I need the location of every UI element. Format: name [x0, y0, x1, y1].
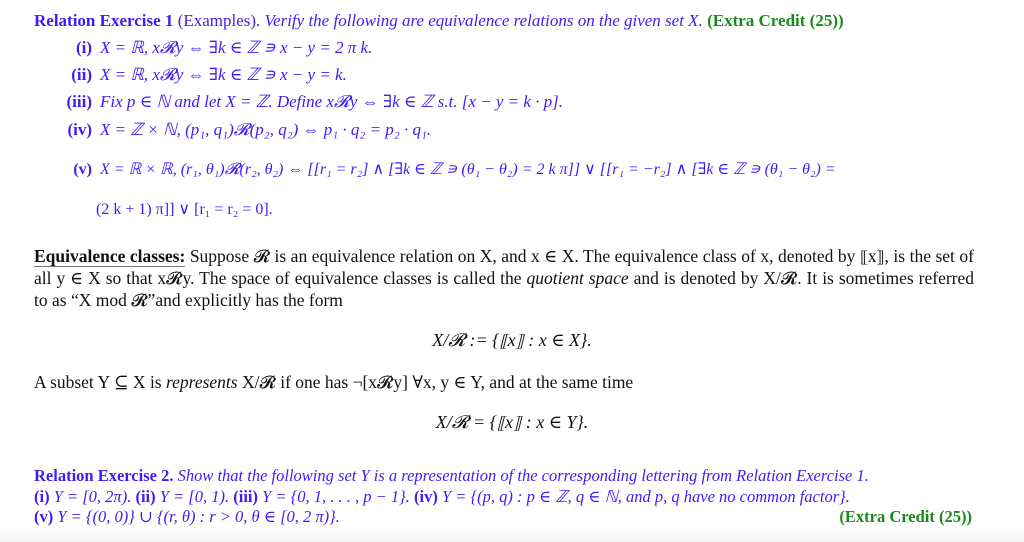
exercise-1-item: (ii) X = ℝ, x𝓡y ⇔ ∃k ∈ ℤ ∍ x − y = k. [34, 65, 347, 85]
equivalence-classes-paragraph: Equivalence classes: Suppose 𝓡 is an equ… [34, 245, 974, 311]
item-text: Y = {(0, 0)} ∪ {(r, θ) : r > 0, θ ∈ [0, … [57, 507, 340, 526]
exercise-1-item-continuation: (2 k + 1) π]] ∨ [r₁ = r₂ = 0]. [96, 200, 273, 220]
quotient-space-term: quotient space [526, 268, 629, 288]
exercise-1-item: (i) X = ℝ, x𝓡y ⇔ ∃k ∈ ℤ ∍ x − y = 2 π k. [34, 38, 372, 58]
exercise-1-item: (iv) X = ℤ × ℕ, (p₁, q₁)𝓡(p₂, q₂) ⇔ p₁ · … [34, 120, 431, 140]
item-text: X = ℝ × ℝ, (r₁, θ₁)𝓡(r₂, θ₂) ⇔ [[r₁ = r₂… [100, 161, 836, 178]
exercise-2-line-2: (i) Y = [0, 2π). (ii) Y = [0, 1). (iii) … [34, 487, 850, 507]
quotient-space-formula: X/𝓡 := {⟦x⟧ : x ∈ X}. [0, 330, 1024, 350]
exercise-1-subtitle: (Examples). [177, 11, 261, 30]
represents-term: represents [166, 372, 238, 392]
item-text: Fix p ∈ ℕ and let X = ℤ. Define x𝓡y ⇔ ∃k… [100, 92, 564, 111]
item-text: X = ℝ, x𝓡y ⇔ ∃k ∈ ℤ ∍ x − y = k. [100, 65, 347, 84]
item-text: Y = {(p, q) : p ∈ ℤ, q ∈ ℕ, and p, q hav… [441, 487, 850, 506]
exercise-1-item: (v) X = ℝ × ℝ, (r₁, θ₁)𝓡(r₂, θ₂) ⇔ [[r₁ =… [34, 160, 836, 180]
item-label: (i) [75, 38, 92, 57]
item-label: (ii) [135, 487, 156, 506]
item-label: (v) [73, 161, 92, 178]
item-label: (iii) [233, 487, 258, 506]
exercise-1-item: (iii) Fix p ∈ ℕ and let X = ℤ. Define x𝓡y… [34, 92, 564, 112]
representation-formula: X/𝓡 = {⟦x⟧ : x ∈ Y}. [0, 412, 1024, 432]
exercise-2-extra-credit: (Extra Credit (25)) [839, 507, 972, 526]
exercise-2-title: Relation Exercise 2. [34, 466, 174, 485]
item-label: (iii) [66, 92, 93, 111]
paragraph-text: A subset Y ⊆ X is [34, 372, 162, 392]
exercise-2-line-3: (v) Y = {(0, 0)} ∪ {(r, θ) : r > 0, θ ∈ … [34, 507, 340, 527]
item-label: (iv) [67, 120, 92, 139]
item-text: Y = [0, 2π). [53, 487, 132, 506]
exercise-1-instruction: Verify the following are equivalence rel… [264, 11, 703, 30]
item-text: X = ℤ × ℕ, (p₁, q₁)𝓡(p₂, q₂) ⇔ p₁ · q₂ =… [100, 120, 432, 139]
exercise-1-heading: Relation Exercise 1 (Examples). Verify t… [34, 11, 844, 31]
item-text: Y = [0, 1). [159, 487, 230, 506]
item-text: Y = {0, 1, . . . , p − 1}. [262, 487, 410, 506]
representation-paragraph: A subset Y ⊆ X is represents X/𝓡 if one … [34, 372, 633, 392]
formula-text: X/𝓡 := {⟦x⟧ : x ∈ X}. [432, 330, 592, 350]
formula-text: X/𝓡 = {⟦x⟧ : x ∈ Y}. [435, 412, 589, 432]
exercise-1-title: Relation Exercise 1 [34, 11, 174, 30]
paragraph-text-end: X/𝓡 if one has ¬[x𝓡y] ∀x, y ∈ Y, and at … [241, 372, 634, 392]
item-text: (2 k + 1) π]] ∨ [r₁ = r₂ = 0]. [96, 201, 273, 218]
exercise-2-heading: Relation Exercise 2. Show that the follo… [34, 466, 869, 486]
item-label: (i) [34, 487, 50, 506]
item-label: (ii) [71, 65, 92, 84]
exercise-1-extra-credit: (Extra Credit (25)) [707, 11, 844, 30]
exercise-2-instruction: Show that the following set Y is a repre… [177, 466, 869, 485]
item-text: X = ℝ, x𝓡y ⇔ ∃k ∈ ℤ ∍ x − y = 2 π k. [100, 38, 373, 57]
item-label: (iv) [414, 487, 438, 506]
page-bottom-edge [0, 526, 1024, 542]
item-label: (v) [34, 507, 54, 526]
equivalence-classes-heading: Equivalence classes: [34, 246, 186, 267]
